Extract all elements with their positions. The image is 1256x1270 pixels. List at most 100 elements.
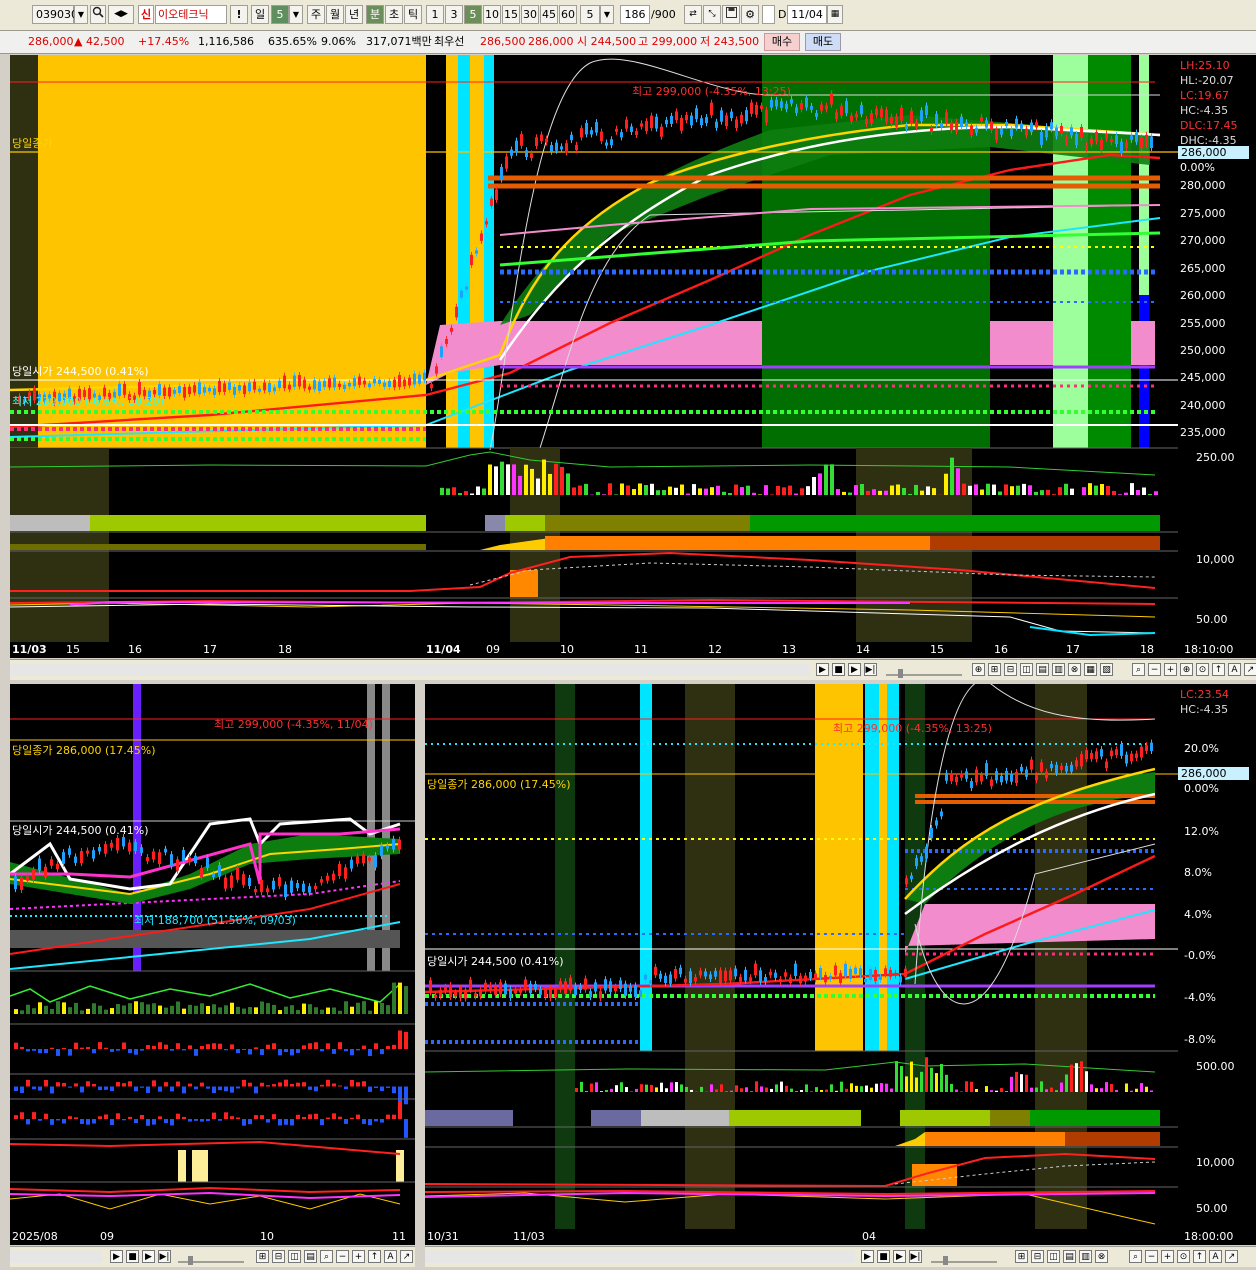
scroll-right-icon[interactable]: ▶: [816, 663, 829, 676]
intraday-chart-area[interactable]: 최고 299,000 (-4.35%, 13:25) 당일종가 286,000 …: [425, 684, 1178, 1229]
date-input[interactable]: 11/04: [787, 5, 827, 24]
zoom-icon[interactable]: ⊕: [1180, 663, 1193, 676]
tick-button[interactable]: 틱: [404, 5, 422, 24]
end-icon[interactable]: ▶|: [158, 1250, 171, 1263]
search-icon[interactable]: [90, 5, 106, 24]
end-icon[interactable]: ▶|: [909, 1250, 922, 1263]
candle: [810, 106, 813, 110]
buy-button[interactable]: 매수: [764, 33, 800, 51]
main-chart-area[interactable]: 최고 299,000 (-4.35%, 13:25) 당일종가 당일시가 244…: [10, 55, 1178, 642]
month-button[interactable]: 월: [326, 5, 344, 24]
tool-icon[interactable]: ⊟: [1004, 663, 1017, 676]
interval-5-button[interactable]: 5: [464, 5, 482, 24]
interval-custom-input[interactable]: 5: [580, 5, 600, 24]
sell-button[interactable]: 매도: [805, 33, 841, 51]
play-icon[interactable]: ▶: [142, 1250, 155, 1263]
interval-30-button[interactable]: 30: [521, 5, 539, 24]
volume-bar: [506, 464, 510, 495]
dropdown-icon[interactable]: ▼: [74, 5, 88, 24]
zoom-icon[interactable]: ⌕: [1132, 663, 1145, 676]
split-icon[interactable]: ⊕: [972, 663, 985, 676]
save-icon[interactable]: [722, 5, 740, 24]
trend-icon[interactable]: ↗: [1244, 663, 1256, 676]
tool-icon[interactable]: ⊟: [272, 1250, 285, 1263]
text-icon[interactable]: A: [1228, 663, 1241, 676]
play-icon[interactable]: ▶: [848, 663, 861, 676]
interval-10-button[interactable]: 10: [483, 5, 501, 24]
calendar-icon[interactable]: ▦: [827, 5, 843, 24]
zoom-icon[interactable]: ⌕: [1129, 1250, 1142, 1263]
scrollbar-track[interactable]: [10, 1251, 102, 1263]
up-icon[interactable]: ↑: [368, 1250, 381, 1263]
tool-icon[interactable]: ▦: [1084, 663, 1097, 676]
zoom-out-icon[interactable]: −: [336, 1250, 349, 1263]
stock-code-input[interactable]: 039030: [32, 5, 74, 24]
candle: [839, 973, 842, 983]
zoom-out-icon[interactable]: −: [1148, 663, 1161, 676]
scrollbar-track[interactable]: [10, 664, 810, 676]
second-button[interactable]: 초: [385, 5, 403, 24]
scrollbar-track[interactable]: [425, 1251, 855, 1263]
zoom-icon[interactable]: ⌕: [320, 1250, 333, 1263]
tool-icon[interactable]: ⊞: [256, 1250, 269, 1263]
scroll-right-icon[interactable]: ▶: [861, 1250, 874, 1263]
trend-icon[interactable]: ↗: [1225, 1250, 1238, 1263]
tool-icon[interactable]: ▤: [1063, 1250, 1076, 1263]
zoom-out-icon[interactable]: −: [1145, 1250, 1158, 1263]
prev-next-icon[interactable]: ◀▶: [108, 5, 134, 24]
stock-name[interactable]: 이오테크닉: [155, 5, 227, 24]
zoom-icon[interactable]: ⊙: [1177, 1250, 1190, 1263]
spin-icon[interactable]: ▼: [289, 5, 303, 24]
stop-icon[interactable]: ■: [126, 1250, 139, 1263]
zoom-slider[interactable]: [176, 1251, 246, 1263]
candle: [850, 116, 853, 121]
zoom-in-icon[interactable]: +: [352, 1250, 365, 1263]
tool-icon[interactable]: ▥: [1052, 663, 1065, 676]
zoom-in-icon[interactable]: +: [1164, 663, 1177, 676]
dropdown-icon[interactable]: ▼: [600, 5, 614, 24]
tool-icon[interactable]: ⊗: [1068, 663, 1081, 676]
tool-icon[interactable]: ⊞: [988, 663, 1001, 676]
tool-icon[interactable]: ▧: [1100, 663, 1113, 676]
tool-icon[interactable]: ◫: [1020, 663, 1033, 676]
tool-icon[interactable]: ▤: [304, 1250, 317, 1263]
interval-60-button[interactable]: 60: [559, 5, 577, 24]
alert-button[interactable]: !: [230, 5, 248, 24]
stop-icon[interactable]: ■: [877, 1250, 890, 1263]
daily-chart-area[interactable]: 최고 299,000 (-4.35%, 11/04) 당일종가 286,000 …: [10, 684, 415, 1229]
tool-icon[interactable]: ▤: [1036, 663, 1049, 676]
week-button[interactable]: 주: [307, 5, 325, 24]
tool-icon[interactable]: ◫: [288, 1250, 301, 1263]
up-icon[interactable]: ↑: [1212, 663, 1225, 676]
text-icon[interactable]: A: [384, 1250, 397, 1263]
tool-icon[interactable]: ⇄: [684, 5, 702, 24]
period-num-input[interactable]: 5: [271, 5, 289, 24]
stop-icon[interactable]: ■: [832, 663, 845, 676]
text-icon[interactable]: A: [1209, 1250, 1222, 1263]
date-checkbox[interactable]: [762, 5, 775, 24]
zoom-slider[interactable]: [929, 1251, 999, 1263]
gear-icon[interactable]: ⚙: [741, 5, 759, 24]
tool-icon[interactable]: ⤡: [703, 5, 721, 24]
year-button[interactable]: 년: [345, 5, 363, 24]
tool-icon[interactable]: ⊞: [1015, 1250, 1028, 1263]
tool-icon[interactable]: ▥: [1079, 1250, 1092, 1263]
scroll-right-icon[interactable]: ▶: [110, 1250, 123, 1263]
end-icon[interactable]: ▶|: [864, 663, 877, 676]
interval-45-button[interactable]: 45: [540, 5, 558, 24]
tool-icon[interactable]: ◫: [1047, 1250, 1060, 1263]
interval-1-button[interactable]: 1: [426, 5, 444, 24]
count-input[interactable]: 186: [620, 5, 650, 24]
tool-icon[interactable]: ⊟: [1031, 1250, 1044, 1263]
zoom-slider[interactable]: [884, 664, 964, 676]
minute-button[interactable]: 분: [366, 5, 384, 24]
trend-icon[interactable]: ↗: [400, 1250, 413, 1263]
up-icon[interactable]: ↑: [1193, 1250, 1206, 1263]
play-icon[interactable]: ▶: [893, 1250, 906, 1263]
tool-icon[interactable]: ⊗: [1095, 1250, 1108, 1263]
zoom-icon[interactable]: ⊙: [1196, 663, 1209, 676]
zoom-in-icon[interactable]: +: [1161, 1250, 1174, 1263]
interval-15-button[interactable]: 15: [502, 5, 520, 24]
interval-3-button[interactable]: 3: [445, 5, 463, 24]
period-day-button[interactable]: 일: [251, 5, 269, 24]
